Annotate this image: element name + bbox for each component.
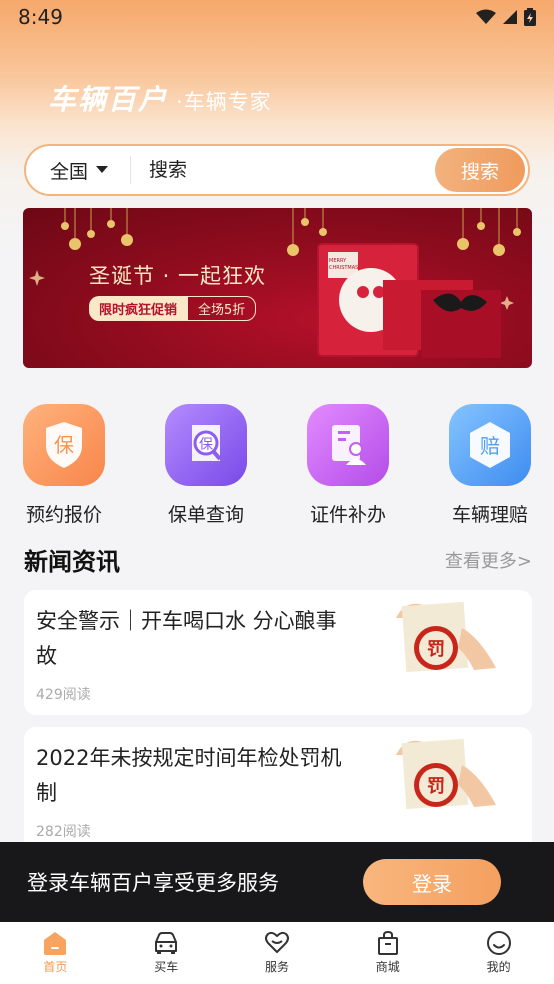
- tab-home[interactable]: 首页: [0, 922, 111, 984]
- signal-icon: [503, 10, 517, 24]
- banner-tags: 限时疯狂促销 全场5折: [89, 296, 257, 321]
- home-icon: [44, 932, 67, 955]
- quick-action-label: 预约报价: [25, 504, 102, 526]
- news-card-title: 2022年未按规定时间年检处罚机制: [36, 746, 342, 805]
- car-icon: [155, 932, 178, 954]
- policy-search-icon: 保: [165, 404, 247, 486]
- status-bar: 8:49: [0, 0, 554, 34]
- status-time: 8:49: [18, 5, 63, 29]
- claim-icon: 赔: [449, 404, 531, 486]
- shopping-bag-icon: [377, 930, 398, 955]
- region-selector[interactable]: 全国: [26, 157, 130, 184]
- search-input[interactable]: [131, 159, 435, 181]
- login-prompt-text: 登录车辆百户享受更多服务: [27, 871, 279, 895]
- quick-action-claim[interactable]: 赔 车辆理赔: [435, 404, 545, 527]
- bottom-tab-bar: 首页 买车 服务 商城 我的: [0, 922, 554, 984]
- quick-actions: 保 预约报价 保 保单查询 证件补办 赔 车辆理赔: [0, 404, 554, 527]
- promo-banner[interactable]: 圣诞节 · 一起狂欢 限时疯狂促销 全场5折 MERRY CHRISTMAS: [23, 208, 532, 368]
- heart-hands-icon: [264, 931, 289, 953]
- search-button[interactable]: 搜索: [435, 148, 525, 192]
- news-card-reads: 429阅读: [36, 687, 91, 703]
- tab-label: 商城: [375, 960, 400, 974]
- login-prompt-bar: 登录车辆百户享受更多服务 登录: [0, 842, 554, 922]
- fine-notice-thumbnail: 罚: [396, 601, 496, 673]
- quick-action-label: 保单查询: [167, 504, 244, 526]
- banner-card-text: MERRY CHRISTMAS: [329, 258, 359, 271]
- quick-action-documents[interactable]: 证件补办: [293, 404, 403, 527]
- banner-tag-discount: 全场5折: [187, 296, 257, 321]
- news-more-link[interactable]: 查看更多>: [445, 547, 532, 573]
- svg-text:保: 保: [54, 433, 74, 457]
- status-icons: [476, 8, 536, 26]
- battery-icon: [524, 8, 536, 26]
- quick-action-quote[interactable]: 保 预约报价: [9, 404, 119, 527]
- brand-logo: 车辆百户 ·车辆专家: [48, 78, 272, 118]
- news-card-title: 安全警示｜开车喝口水 分心酿事故: [36, 609, 337, 668]
- wifi-icon: [476, 9, 496, 24]
- tab-mall[interactable]: 商城: [332, 922, 443, 984]
- quick-action-label: 车辆理赔: [451, 504, 528, 526]
- region-label: 全国: [50, 160, 89, 183]
- fine-notice-thumbnail: 罚: [396, 738, 496, 810]
- tab-mine[interactable]: 我的: [443, 922, 554, 984]
- banner-title: 圣诞节 · 一起狂欢: [89, 264, 267, 288]
- search-bar: 全国 搜索: [24, 144, 530, 196]
- caret-down-icon: [96, 166, 109, 173]
- id-card-icon: [307, 404, 389, 486]
- brand-name: 车辆百户: [48, 83, 169, 116]
- login-button[interactable]: 登录: [363, 859, 501, 905]
- svg-text:保: 保: [199, 437, 213, 453]
- tab-label: 服务: [264, 960, 289, 974]
- tab-service[interactable]: 服务: [222, 922, 333, 984]
- brand-slogan: ·车辆专家: [176, 90, 272, 114]
- tab-buy-car[interactable]: 买车: [111, 922, 222, 984]
- news-card[interactable]: 安全警示｜开车喝口水 分心酿事故 429阅读 罚: [24, 590, 532, 715]
- tab-label: 我的: [486, 960, 511, 974]
- quick-action-policy[interactable]: 保 保单查询: [151, 404, 261, 527]
- thumb-char: 罚: [427, 776, 445, 797]
- shield-bao-icon: 保: [23, 404, 105, 486]
- svg-text:赔: 赔: [480, 434, 500, 458]
- banner-tag-promo: 限时疯狂促销: [89, 296, 188, 321]
- thumb-char: 罚: [427, 639, 445, 660]
- smile-icon: [486, 931, 511, 955]
- news-card-reads: 282阅读: [36, 824, 91, 840]
- tab-label: 买车: [154, 960, 179, 974]
- news-section-header: 新闻资讯 查看更多>: [24, 542, 532, 577]
- quick-action-label: 证件补办: [309, 504, 386, 526]
- tab-label: 首页: [43, 960, 68, 974]
- news-card[interactable]: 2022年未按规定时间年检处罚机制 282阅读 罚: [24, 727, 532, 852]
- news-section-title: 新闻资讯: [24, 548, 120, 576]
